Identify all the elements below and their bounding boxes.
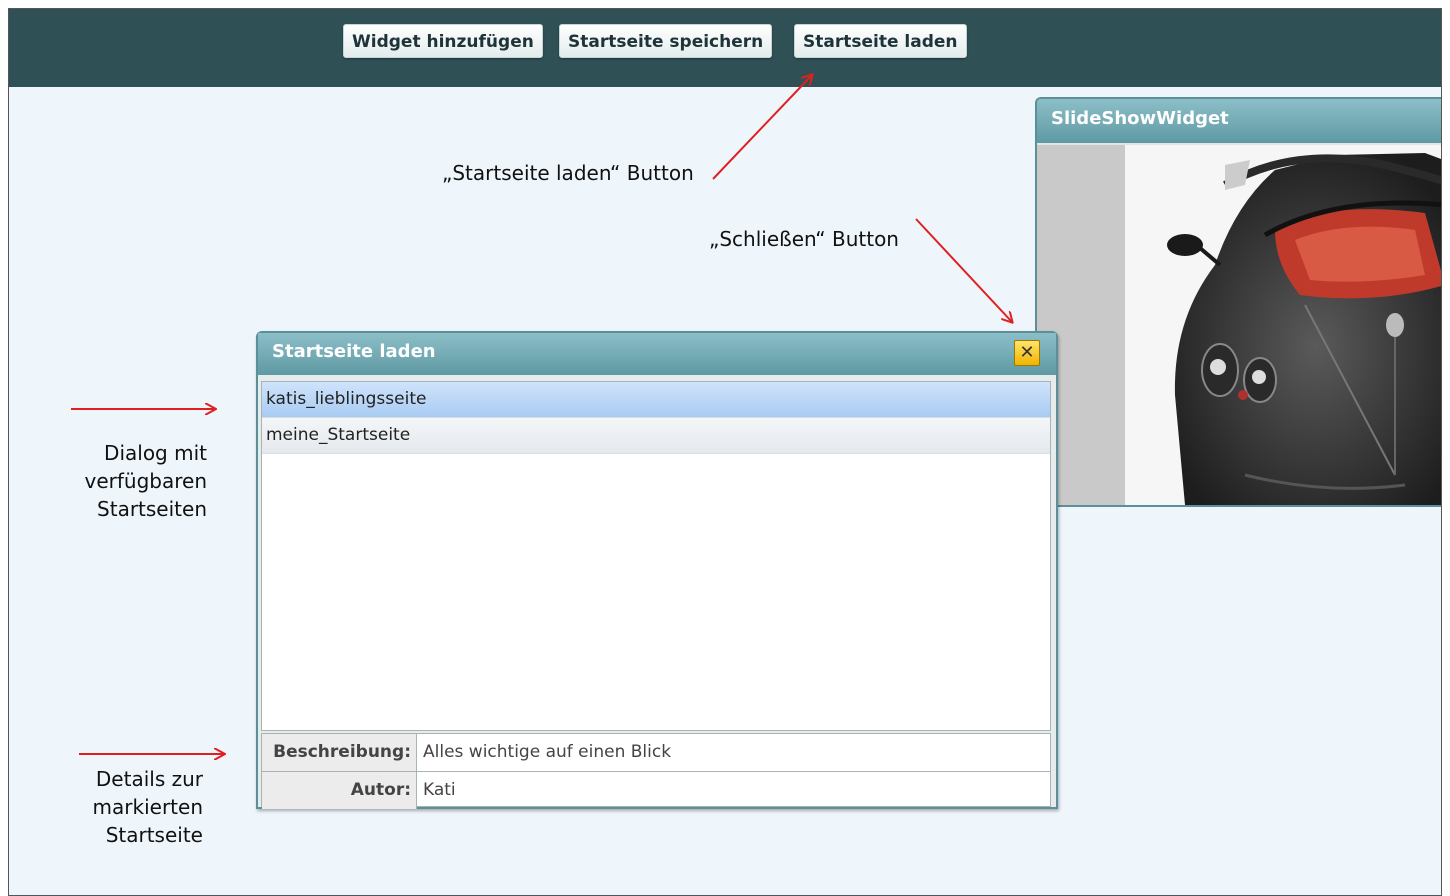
annotation-dialog: Dialog mit verfügbaren Startseiten	[84, 441, 208, 521]
close-icon[interactable]: ✕	[1014, 340, 1040, 366]
arrow-to-close-button	[915, 218, 1012, 322]
save-start-page-button[interactable]: Startseite speichern	[559, 24, 773, 58]
widget-title[interactable]: SlideShowWidget	[1037, 99, 1441, 143]
start-page-list: katis_lieblingsseite meine_Startseite	[261, 381, 1051, 731]
screenshot-frame: Widget hinzufügen Startseite speichern S…	[8, 8, 1442, 896]
list-item[interactable]: katis_lieblingsseite	[262, 382, 1050, 418]
annotation-close-button: „Schließen“ Button	[709, 227, 899, 251]
add-widget-button[interactable]: Widget hinzufügen	[343, 24, 543, 58]
list-item[interactable]: meine_Startseite	[262, 418, 1050, 454]
load-start-page-dialog: Startseite laden ✕ katis_lieblingsseite …	[256, 331, 1058, 809]
arrow-to-load-button	[712, 75, 812, 180]
details-panel: Beschreibung: Alles wichtige auf einen B…	[261, 733, 1051, 809]
sports-car-image	[1125, 145, 1441, 505]
load-start-page-button[interactable]: Startseite laden	[794, 24, 967, 58]
widget-body	[1037, 145, 1441, 505]
annotation-load-button: „Startseite laden“ Button	[442, 161, 694, 185]
slideshow-widget: SlideShowWidget	[1035, 97, 1441, 507]
annotation-details: Details zur markierten Startseite	[92, 767, 203, 847]
description-label: Beschreibung:	[262, 734, 417, 771]
top-toolbar: Widget hinzufügen Startseite speichern S…	[9, 9, 1441, 87]
author-label: Autor:	[262, 772, 417, 809]
author-value: Kati	[423, 780, 456, 800]
description-value: Alles wichtige auf einen Blick	[423, 742, 672, 762]
car-illustration	[1167, 153, 1441, 505]
dialog-title[interactable]: Startseite laden	[258, 333, 1056, 375]
